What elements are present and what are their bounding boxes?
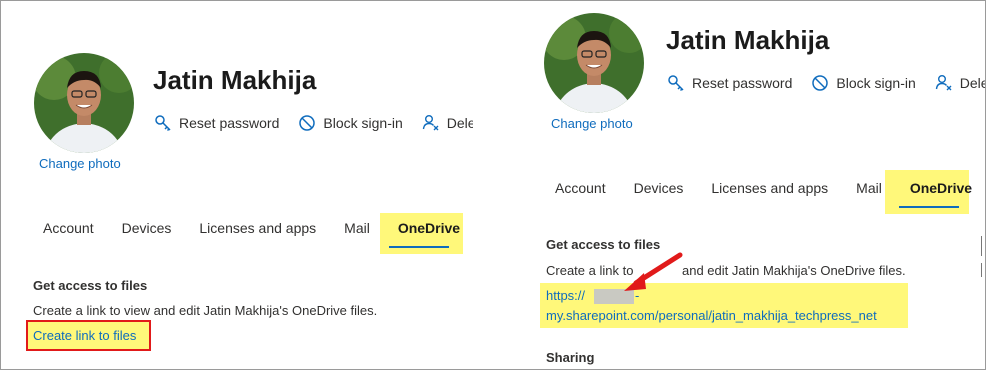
tab-bar: Account Devices Licenses and apps Mail O… xyxy=(555,180,985,196)
reset-password-button[interactable]: Reset password xyxy=(153,113,279,133)
key-icon xyxy=(153,113,173,133)
block-sign-in-label: Block sign-in xyxy=(323,115,403,131)
change-photo-link[interactable]: Change photo xyxy=(551,116,633,131)
left-panel: Change photo Jatin Makhija Reset passwor… xyxy=(1,1,473,369)
tab-licenses-and-apps[interactable]: Licenses and apps xyxy=(711,180,828,196)
avatar[interactable] xyxy=(544,13,644,113)
reset-password-button[interactable]: Reset password xyxy=(666,73,792,93)
reset-password-label: Reset password xyxy=(692,75,793,91)
sharing-title: Sharing xyxy=(546,350,595,365)
avatar[interactable] xyxy=(34,53,134,153)
user-actions: Reset password Block sign-in Delet xyxy=(153,113,473,133)
tab-bar: Account Devices Licenses and apps Mail O… xyxy=(43,220,473,236)
block-icon xyxy=(810,73,830,93)
tab-devices[interactable]: Devices xyxy=(634,180,684,196)
block-sign-in-label: Block sign-in xyxy=(836,75,916,91)
user-actions: Reset password Block sign-in Delete xyxy=(666,73,985,93)
delete-user-label: Delete xyxy=(959,75,985,91)
screenshot-frame: Change photo Jatin Makhija Reset passwor… xyxy=(0,0,986,370)
section-description: Create a link to view and edit Jatin Mak… xyxy=(33,303,378,318)
onedrive-url-part1[interactable]: https:// xyxy=(546,288,585,303)
tab-devices[interactable]: Devices xyxy=(122,220,172,236)
block-sign-in-button[interactable]: Block sign-in xyxy=(810,73,916,93)
block-sign-in-button[interactable]: Block sign-in xyxy=(297,113,403,133)
reset-password-label: Reset password xyxy=(179,115,280,131)
delete-user-button[interactable]: Delet xyxy=(421,113,473,133)
onedrive-url-part2[interactable]: my.sharepoint.com/personal/jatin_makhija… xyxy=(546,308,877,323)
tab-mail[interactable]: Mail xyxy=(344,220,370,236)
tab-onedrive[interactable]: OneDrive xyxy=(910,180,972,196)
change-photo-link[interactable]: Change photo xyxy=(39,156,121,171)
active-tab-indicator xyxy=(389,246,449,248)
user-name: Jatin Makhija xyxy=(666,25,830,55)
annotation-arrow xyxy=(624,252,683,291)
delete-user-button[interactable]: Delete xyxy=(934,73,985,93)
delete-user-label: Delet xyxy=(446,115,473,131)
create-link-to-files-link[interactable]: Create link to files xyxy=(33,328,136,343)
key-icon xyxy=(666,73,686,93)
delete-user-icon xyxy=(421,113,441,133)
clipped-content-edge xyxy=(981,236,982,256)
tab-onedrive[interactable]: OneDrive xyxy=(398,220,460,236)
section-description-end: and edit Jatin Makhija's OneDrive files. xyxy=(682,263,906,278)
right-panel: Change photo Jatin Makhija Reset passwor… xyxy=(523,1,985,369)
tab-account[interactable]: Account xyxy=(43,220,94,236)
user-name: Jatin Makhija xyxy=(153,65,317,95)
tab-licenses-and-apps[interactable]: Licenses and apps xyxy=(199,220,316,236)
tab-mail[interactable]: Mail xyxy=(856,180,882,196)
active-tab-indicator xyxy=(899,206,959,208)
delete-user-icon xyxy=(934,73,954,93)
tab-account[interactable]: Account xyxy=(555,180,606,196)
block-icon xyxy=(297,113,317,133)
clipped-content-edge xyxy=(981,263,982,277)
section-title: Get access to files xyxy=(33,278,148,293)
